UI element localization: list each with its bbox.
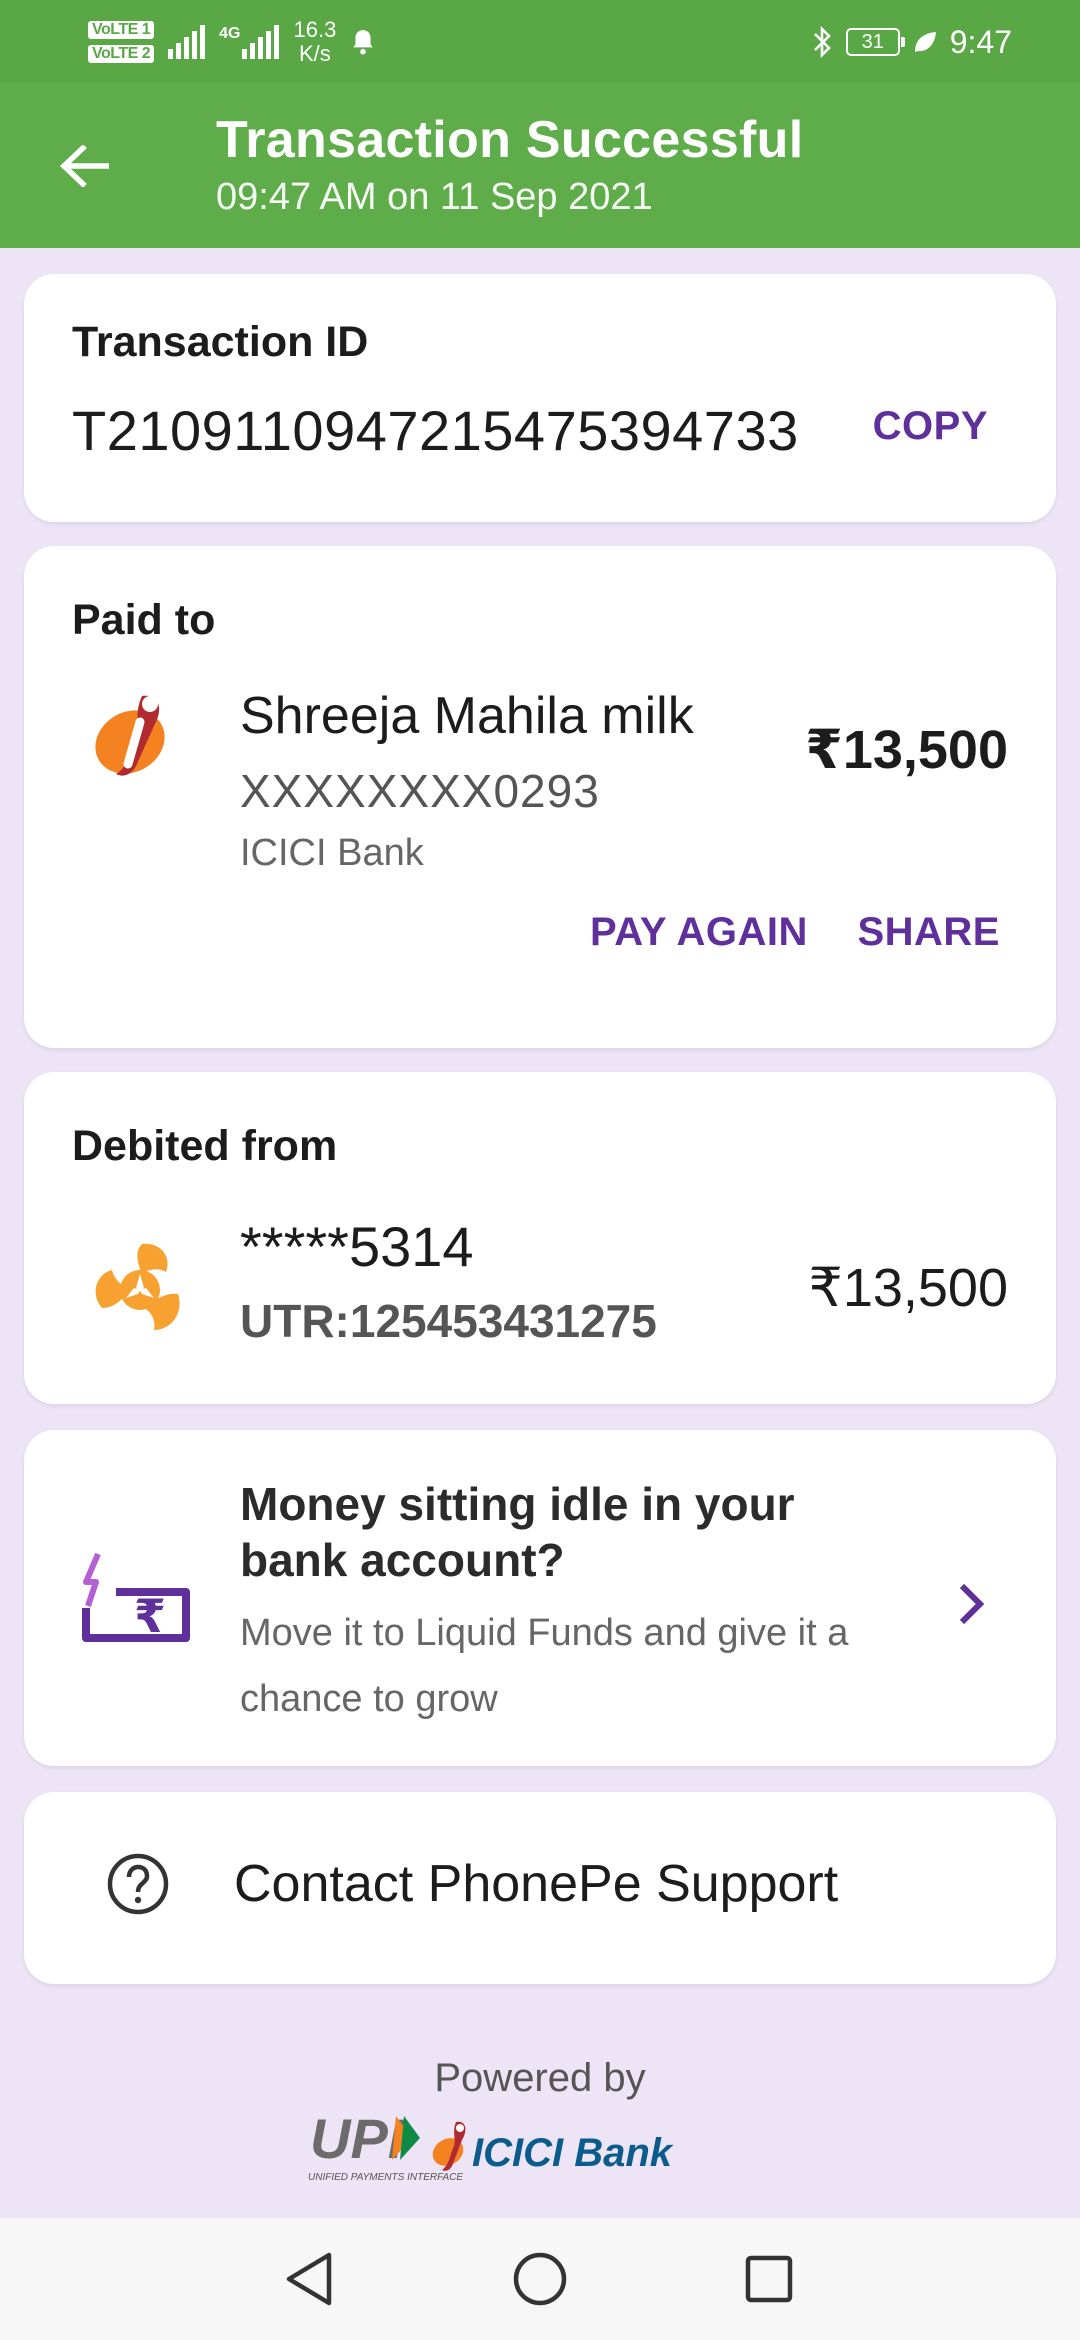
notification-bell-icon <box>353 30 374 55</box>
nav-home-button[interactable] <box>505 2244 575 2314</box>
payee-account-number: XXXXXXXX0293 <box>240 765 600 817</box>
status-bar-right: 31 9:47 <box>812 12 1012 72</box>
upi-tagline: UNIFIED PAYMENTS INTERFACE <box>308 2172 463 2183</box>
back-arrow-icon <box>60 145 109 187</box>
promo-description: Move it to Liquid Funds and give it a ch… <box>240 1612 849 1720</box>
payee-bank-name: ICICI Bank <box>240 832 424 874</box>
contact-support-card[interactable]: Contact PhonePe Support <box>24 1792 1056 1984</box>
signal-2-icon <box>242 25 280 59</box>
share-button[interactable]: SHARE <box>857 910 1000 955</box>
rupee-note-icon: ₹ <box>82 1552 190 1643</box>
signal-1-icon <box>168 25 206 59</box>
utr-number: UTR:125453431275 <box>240 1295 657 1347</box>
network-speed-unit: K/s <box>299 41 331 66</box>
back-button[interactable] <box>44 126 124 206</box>
battery-level: 31 <box>861 30 884 53</box>
chevron-right-icon[interactable] <box>952 1574 992 1634</box>
network-speed-value: 16.3 <box>293 17 337 42</box>
debited-from-label: Debited from <box>72 1122 338 1170</box>
transaction-id-card: Transaction ID T2109110947215475394733 C… <box>24 274 1056 522</box>
liquid-funds-promo-card[interactable]: ₹ Money sitting idle in your bank accoun… <box>24 1430 1056 1766</box>
network-speed: 16.3 K/s <box>293 18 336 66</box>
paid-to-label: Paid to <box>72 596 216 644</box>
nav-back-triangle-icon <box>286 2252 332 2306</box>
payee-name: Shreeja Mahila milk <box>240 687 694 745</box>
paid-amount: ₹13,500 <box>805 720 1008 780</box>
volte-2-badge: VoLTE 2 <box>88 45 155 63</box>
copy-button[interactable]: COPY <box>873 404 988 449</box>
status-bar-left: VoLTE 1 VoLTE 2 4G 16.3 K/s <box>88 12 376 72</box>
svg-text:₹: ₹ <box>134 1589 166 1643</box>
paid-to-card: Paid to Shreeja Mahila milk XXXXXXXX0293… <box>24 546 1056 1048</box>
page-title: Transaction Successful <box>216 111 804 169</box>
battery-icon: 31 <box>845 28 905 56</box>
nav-recents-square-icon <box>745 2255 793 2303</box>
volte-indicators: VoLTE 1 VoLTE 2 <box>88 21 155 63</box>
pay-again-button[interactable]: PAY AGAIN <box>590 910 808 955</box>
status-clock: 9:47 <box>949 23 1012 60</box>
debited-amount: ₹13,500 <box>808 1258 1008 1318</box>
transaction-id-value: T2109110947215475394733 <box>72 399 799 462</box>
status-bar: VoLTE 1 VoLTE 2 4G 16.3 K/s 31 9:47 <box>0 0 1080 82</box>
transaction-id-label: Transaction ID <box>72 318 369 366</box>
promo-title: Money sitting idle in your bank account? <box>240 1478 795 1586</box>
icici-bank-footer-logo: ICICI Bank <box>432 2121 674 2175</box>
powered-by-label: Powered by <box>434 2056 646 2100</box>
transaction-datetime: 09:47 AM on 11 Sep 2021 <box>216 176 653 218</box>
leaf-icon <box>914 32 936 52</box>
nav-home-circle-icon <box>513 2252 567 2306</box>
network-type: 4G <box>219 25 241 42</box>
nav-back-button[interactable] <box>274 2244 344 2314</box>
upi-icici-logos: UPI UNIFIED PAYMENTS INTERFACE ICICI Ban… <box>308 2108 674 2183</box>
contact-support-label: Contact PhonePe Support <box>234 1855 839 1913</box>
signal-2-group: 4G <box>219 25 280 59</box>
upi-logo-text: UPI <box>310 2108 405 2170</box>
bluetooth-icon <box>813 25 831 59</box>
icici-bank-logo-icon <box>95 695 165 776</box>
help-question-icon <box>107 1853 169 1915</box>
debit-account-number: *****5314 <box>240 1215 474 1278</box>
debited-from-card: Debited from *****5314 UTR:125453431275 … <box>24 1072 1056 1404</box>
volte-1-badge: VoLTE 1 <box>88 21 155 39</box>
system-nav-bar <box>0 2218 1080 2340</box>
header-bar: Transaction Successful 09:47 AM on 11 Se… <box>0 82 1080 248</box>
nav-recents-button[interactable] <box>734 2244 804 2314</box>
bank-of-baroda-logo-icon <box>95 1243 180 1330</box>
icici-bank-logo-text: ICICI Bank <box>472 2131 674 2175</box>
